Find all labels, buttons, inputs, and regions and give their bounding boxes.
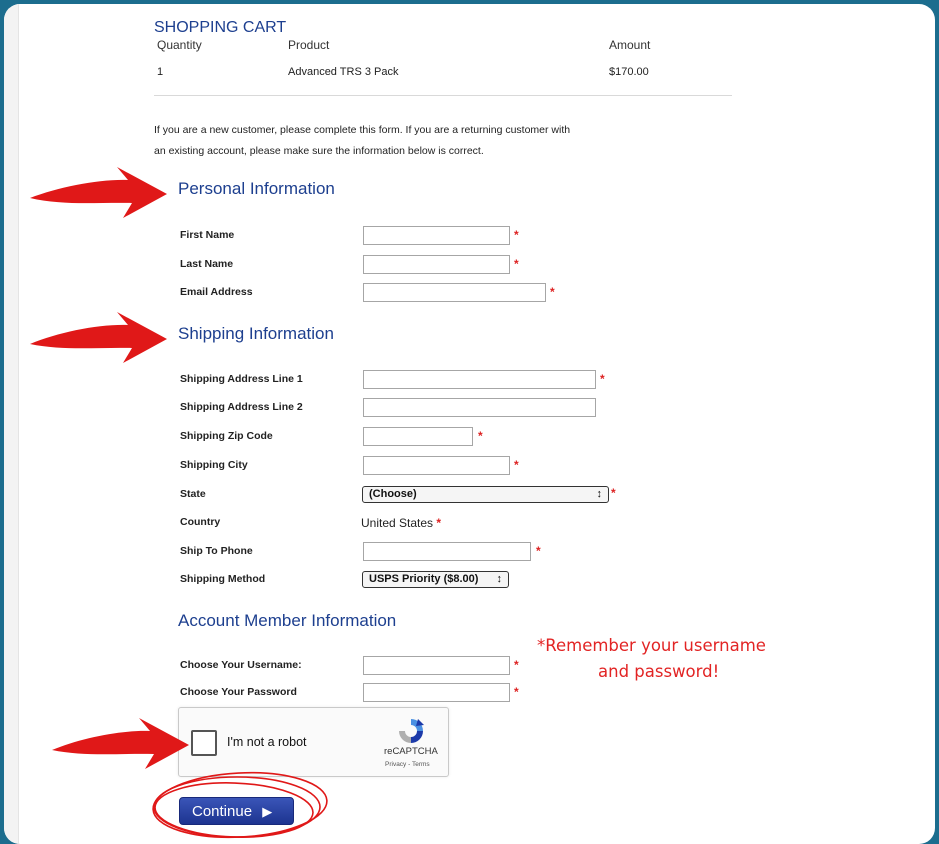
shipping-method-value: USPS Priority ($8.00) [369,573,479,585]
shipping-method-label: Shipping Method [180,573,266,585]
left-margin-strip [4,4,19,844]
arrow-right-annotation-icon [30,312,167,363]
cart-divider [154,95,732,96]
annotation-line-1: *Remember your username [537,636,766,655]
username-label: Choose Your Username: [180,659,302,671]
cart-row-product: Advanced TRS 3 Pack [288,66,399,78]
required-marker: * [611,486,616,500]
first-name-field[interactable] [363,226,510,245]
required-marker: * [478,429,483,443]
address1-field[interactable] [363,370,596,389]
username-field[interactable] [363,656,510,675]
cart-title: SHOPPING CART [154,19,287,36]
password-label: Choose Your Password [180,686,297,698]
zip-label: Shipping Zip Code [180,430,273,442]
state-select-value: (Choose) [369,488,417,500]
required-marker: * [514,257,519,271]
first-name-label: First Name [180,229,235,241]
cart-col-product: Product [288,38,330,52]
recaptcha-logo-icon [399,719,424,743]
email-label: Email Address [180,286,253,298]
required-marker: * [536,544,541,558]
required-marker: * [550,285,555,299]
state-select[interactable]: (Choose) ↕ [362,486,609,503]
shipping-info-heading: Shipping Information [178,324,334,343]
select-updown-icon: ↕ [496,573,503,585]
cart-col-amount: Amount [609,38,651,52]
personal-info-heading: Personal Information [178,179,335,198]
recaptcha-label: I'm not a robot [227,735,307,749]
cart-col-quantity: Quantity [157,38,202,52]
recaptcha-checkbox[interactable] [191,730,217,756]
city-field[interactable] [363,456,510,475]
required-marker: * [514,228,519,242]
triangle-right-icon: ▶ [262,804,273,819]
select-updown-icon: ↕ [596,488,603,500]
country-label: Country [180,516,221,528]
email-field[interactable] [363,283,546,302]
page-frame: SHOPPING CART Quantity Product Amount 1 … [4,4,935,844]
annotation-line-2: and password! [598,662,720,681]
shipping-method-select[interactable]: USPS Priority ($8.00) ↕ [362,571,509,588]
phone-field[interactable] [363,542,531,561]
continue-label: Continue [192,803,253,820]
phone-label: Ship To Phone [180,545,253,557]
required-marker: * [514,658,519,672]
zip-field[interactable] [363,427,473,446]
intro-line-1: If you are a new customer, please comple… [154,124,571,136]
password-field[interactable] [363,683,510,702]
last-name-field[interactable] [363,255,510,274]
cart-row-amount: $170.00 [609,66,649,78]
last-name-label: Last Name [180,258,234,270]
required-marker: * [514,458,519,472]
required-marker: * [436,516,442,530]
account-info-heading: Account Member Information [178,611,397,630]
recaptcha-terms-link[interactable]: Privacy - Terms [385,761,430,768]
address2-field[interactable] [363,398,596,417]
required-marker: * [600,372,605,386]
city-label: Shipping City [180,459,248,471]
continue-button[interactable]: Continue ▶ [179,797,294,825]
recaptcha-widget: I'm not a robot reCAPTCHA Privacy - Term… [178,707,449,777]
state-label: State [180,488,206,500]
address2-label: Shipping Address Line 2 [180,401,303,413]
arrow-right-annotation-icon [30,167,167,218]
cart-row-quantity: 1 [157,66,164,78]
required-marker: * [514,685,519,699]
arrow-right-annotation-icon [52,718,189,769]
country-value: United States * [361,516,442,530]
intro-line-2: an existing account, please make sure th… [154,145,484,157]
address1-label: Shipping Address Line 1 [180,373,303,385]
recaptcha-brand: reCAPTCHA [384,746,438,757]
